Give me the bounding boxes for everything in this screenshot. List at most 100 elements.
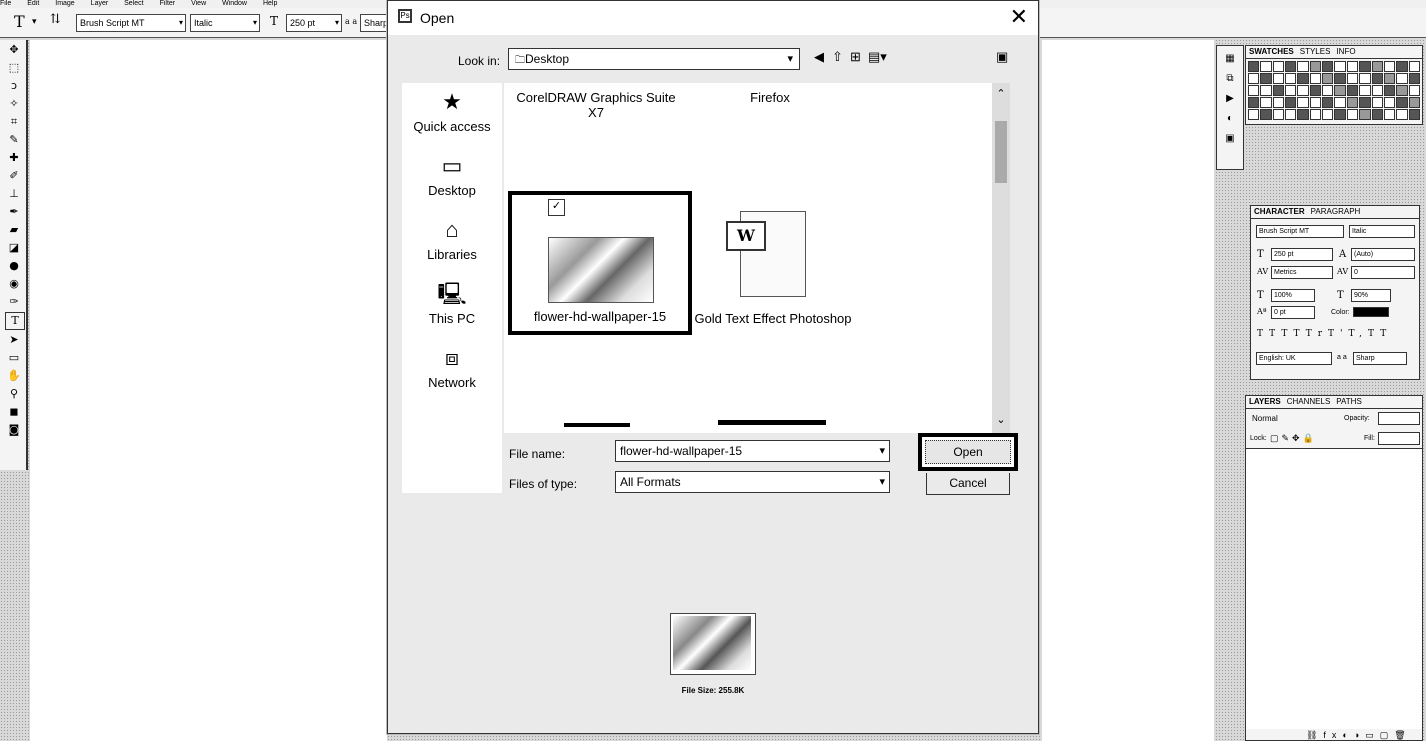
swatch-cell[interactable] <box>1285 97 1297 108</box>
swatch-cell[interactable] <box>1346 85 1359 96</box>
menu-edit[interactable]: Edit <box>27 0 39 7</box>
text-orientation-icon[interactable]: ⇅ <box>50 12 61 27</box>
swatch-cell[interactable] <box>1260 109 1272 120</box>
tab-paths[interactable]: PATHS <box>1333 397 1364 406</box>
swatch-cell[interactable] <box>1359 85 1371 96</box>
swatch-cell[interactable] <box>1322 97 1334 108</box>
char-vertical-scale[interactable]: 100% <box>1271 289 1315 302</box>
file-list[interactable]: CorelDRAW Graphics Suite X7 Firefox ✓ fl… <box>504 83 1010 433</box>
swatch-cell[interactable] <box>1334 85 1346 96</box>
swatch-cell[interactable] <box>1371 97 1383 108</box>
swatch-cell[interactable] <box>1396 97 1408 108</box>
swatch-cell[interactable] <box>1408 109 1420 120</box>
swatch-grid[interactable] <box>1248 61 1420 120</box>
file-name-input[interactable]: flower-hd-wallpaper-15 ▾ <box>615 440 890 462</box>
char-language[interactable]: English: UK <box>1256 352 1332 365</box>
move-tool-icon[interactable]: ✥ <box>5 42 23 58</box>
swatch-cell[interactable] <box>1396 61 1408 72</box>
crop-tool-icon[interactable]: ⌗ <box>5 114 23 130</box>
menu-file[interactable]: File <box>0 0 11 7</box>
char-baseline-shift[interactable]: 0 pt <box>1271 306 1315 319</box>
brush-tool-icon[interactable]: ✐ <box>5 168 23 184</box>
history-brush-tool-icon[interactable]: ✒ <box>5 204 23 220</box>
cancel-button[interactable]: Cancel <box>926 473 1010 495</box>
font-style-select[interactable]: Italic ▾ <box>190 14 260 32</box>
lock-icons[interactable]: ▢✎✥🔒 <box>1270 433 1317 444</box>
underline-button[interactable]: T <box>1368 329 1380 339</box>
swatch-cell[interactable] <box>1396 85 1408 96</box>
swatch-cell[interactable] <box>1383 85 1396 96</box>
look-in-select[interactable]: 🗀Desktop ▾ <box>508 48 800 70</box>
healing-tool-icon[interactable]: ✚ <box>5 150 23 166</box>
tab-paragraph[interactable]: PARAGRAPH <box>1308 207 1364 216</box>
char-horizontal-scale[interactable]: 90% <box>1351 289 1391 302</box>
swatch-cell[interactable] <box>1248 97 1260 108</box>
chevron-down-icon[interactable]: ⌄ <box>992 413 1010 426</box>
swatch-cell[interactable] <box>1346 109 1359 120</box>
tab-layers[interactable]: LAYERS <box>1246 397 1284 406</box>
swatch-cell[interactable] <box>1309 61 1322 72</box>
type-tool-icon[interactable]: T <box>14 12 25 31</box>
superscript-button[interactable]: T' <box>1328 329 1348 339</box>
swatch-cell[interactable] <box>1248 73 1260 84</box>
swatch-cell[interactable] <box>1285 109 1297 120</box>
swatch-cell[interactable] <box>1408 61 1420 72</box>
tab-swatches[interactable]: SWATCHES <box>1246 47 1297 56</box>
swatch-cell[interactable] <box>1346 61 1359 72</box>
tab-info[interactable]: INFO <box>1333 47 1358 56</box>
swatch-cell[interactable] <box>1272 61 1285 72</box>
char-font-style[interactable]: Italic <box>1349 225 1415 238</box>
swatch-cell[interactable] <box>1383 73 1396 84</box>
stamp-tool-icon[interactable]: ⊥ <box>5 186 23 202</box>
swatch-cell[interactable] <box>1260 61 1272 72</box>
swatch-cell[interactable] <box>1322 85 1334 96</box>
color-swatch[interactable] <box>1353 307 1389 317</box>
fill-field[interactable] <box>1378 432 1420 445</box>
swatch-cell[interactable] <box>1248 85 1260 96</box>
shape-tool-icon[interactable]: ▭ <box>5 350 23 366</box>
chevron-down-icon[interactable]: ▾ <box>32 17 37 27</box>
swatch-cell[interactable] <box>1309 109 1322 120</box>
swatch-cell[interactable] <box>1334 73 1346 84</box>
swatch-cell[interactable] <box>1346 73 1359 84</box>
lasso-tool-icon[interactable]: ↄ <box>5 78 23 94</box>
swatch-cell[interactable] <box>1359 97 1371 108</box>
swatch-cell[interactable] <box>1297 61 1309 72</box>
antialias-select[interactable]: Sharp <box>360 14 388 32</box>
new-folder-icon[interactable]: ⊞ <box>850 50 861 64</box>
swatch-cell[interactable] <box>1408 85 1420 96</box>
swatch-cell[interactable] <box>1346 97 1359 108</box>
small-caps-button[interactable]: Tr <box>1306 329 1328 339</box>
media-browser-icon[interactable]: ▣ <box>996 50 1008 64</box>
swatch-cell[interactable] <box>1272 85 1285 96</box>
char-kerning[interactable]: Metrics <box>1271 266 1333 279</box>
document-canvas[interactable] <box>30 40 387 741</box>
menu-view[interactable]: View <box>191 0 206 7</box>
swatch-cell[interactable] <box>1285 61 1297 72</box>
swatch-cell[interactable] <box>1272 73 1285 84</box>
swatch-cell[interactable] <box>1396 109 1408 120</box>
faux-bold-button[interactable]: T <box>1257 329 1269 339</box>
place-desktop[interactable]: ▭ Desktop <box>402 153 502 198</box>
swatch-cell[interactable] <box>1260 73 1272 84</box>
menu-select[interactable]: Select <box>124 0 143 7</box>
swatch-cell[interactable] <box>1371 61 1383 72</box>
swatch-cell[interactable] <box>1309 97 1322 108</box>
actions-icon[interactable]: ▶ <box>1222 92 1238 106</box>
quick-mask-icon[interactable]: ◙ <box>5 422 23 438</box>
eyedropper-tool-icon[interactable]: ✎ <box>5 132 23 148</box>
swatch-cell[interactable] <box>1322 73 1334 84</box>
swatch-cell[interactable] <box>1322 109 1334 120</box>
place-network[interactable]: ⧈ Network <box>402 345 502 390</box>
strikethrough-button[interactable]: T <box>1380 329 1392 339</box>
swatch-cell[interactable] <box>1371 73 1383 84</box>
brush-preset-icon[interactable]: ◐ <box>1222 112 1238 126</box>
file-item-word-doc[interactable]: W <box>722 201 822 297</box>
up-folder-icon[interactable]: ⇧ <box>832 50 843 64</box>
menu-filter[interactable]: Filter <box>160 0 176 7</box>
tab-styles[interactable]: STYLES <box>1297 47 1334 56</box>
dodge-tool-icon[interactable]: ◉ <box>5 276 23 292</box>
swatch-cell[interactable] <box>1359 109 1371 120</box>
char-font-size[interactable]: 250 pt <box>1271 248 1333 261</box>
swatch-cell[interactable] <box>1285 73 1297 84</box>
